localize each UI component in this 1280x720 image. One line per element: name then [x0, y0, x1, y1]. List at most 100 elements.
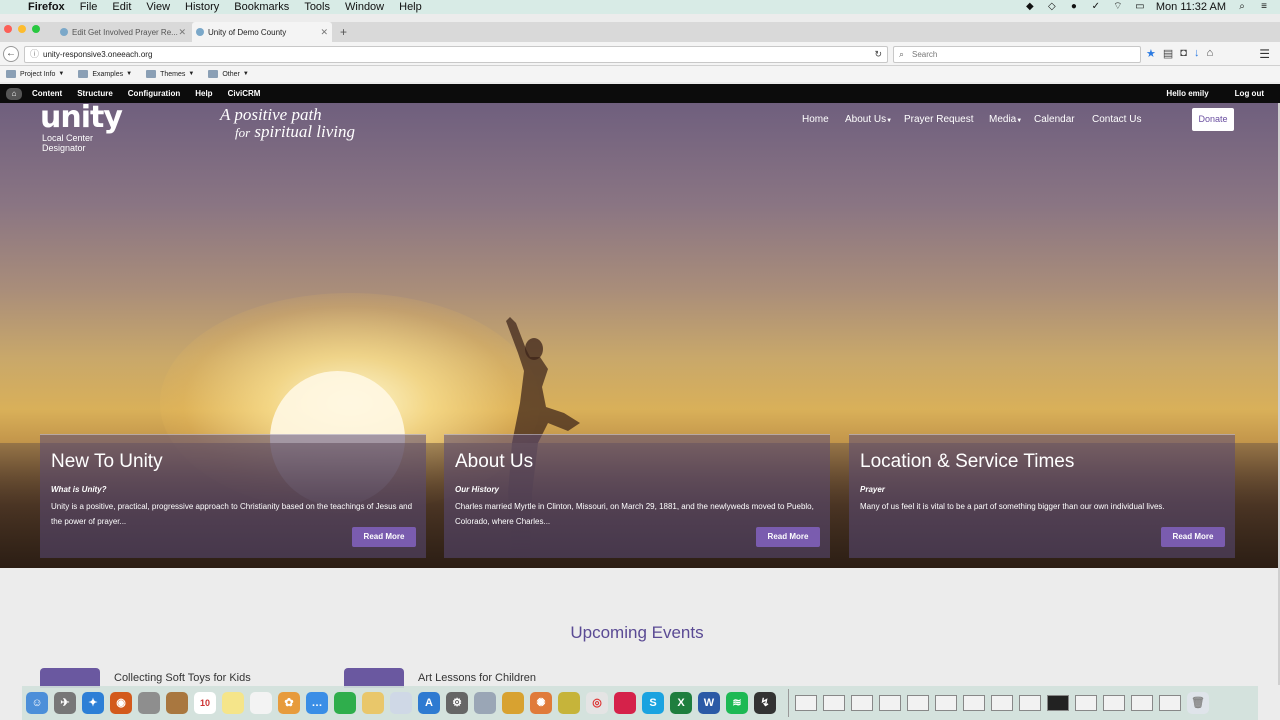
reminders-icon[interactable]	[250, 692, 272, 714]
minimized-window[interactable]	[795, 695, 817, 711]
menu-edit[interactable]: Edit	[112, 1, 131, 13]
tab-edit-prayer-request[interactable]: Edit Get Involved Prayer Re... ✕	[56, 22, 190, 42]
pinwheel-app-icon[interactable]: ✺	[530, 692, 552, 714]
launchpad-icon[interactable]: ✈	[54, 692, 76, 714]
minimized-window[interactable]	[823, 695, 845, 711]
minimized-window[interactable]	[963, 695, 985, 711]
open-menu-hamburger-icon[interactable]: ☰	[1259, 47, 1270, 61]
site-info-icon[interactable]: ⓘ	[30, 47, 39, 62]
activity-monitor-icon[interactable]	[474, 692, 496, 714]
trash-icon[interactable]: 🗑	[1187, 692, 1209, 714]
nav-media[interactable]: Media▼	[989, 114, 1022, 125]
admin-logout-link[interactable]: Log out	[1235, 89, 1264, 98]
donate-button[interactable]: Donate	[1192, 108, 1234, 131]
preview-icon[interactable]	[362, 692, 384, 714]
back-arrow-icon[interactable]: ←	[3, 46, 19, 62]
stickies-icon[interactable]	[222, 692, 244, 714]
minimized-window[interactable]	[1103, 695, 1125, 711]
menubar-clock[interactable]: Mon 11:32 AM	[1156, 1, 1226, 13]
wifi-icon[interactable]: ⌔	[1112, 2, 1124, 12]
dropbox-icon[interactable]: ◇	[1046, 2, 1058, 12]
excel-icon[interactable]: X	[670, 692, 692, 714]
minimized-window[interactable]	[935, 695, 957, 711]
safari-icon[interactable]: ✦	[82, 692, 104, 714]
search-input[interactable]: ⌕ Search	[893, 46, 1141, 63]
menu-help[interactable]: Help	[399, 1, 422, 13]
zoom-window-button[interactable]	[32, 25, 40, 33]
admin-civicrm-link[interactable]: CiviCRM	[228, 89, 261, 98]
bookmark-star-icon[interactable]: ★	[1146, 47, 1156, 60]
menu-file[interactable]: File	[80, 1, 98, 13]
calendar-icon[interactable]: 10	[194, 692, 216, 714]
nav-about-us[interactable]: About Us▼	[845, 114, 892, 125]
read-more-button[interactable]: Read More	[352, 527, 416, 547]
minimized-window[interactable]	[1047, 695, 1069, 711]
tab-close-icon[interactable]: ✕	[178, 27, 186, 38]
nav-contact-us[interactable]: Contact Us	[1092, 114, 1141, 125]
vpn-check-icon[interactable]: ✓	[1090, 2, 1102, 12]
pocket-icon[interactable]: ◘	[1180, 47, 1187, 60]
facetime-icon[interactable]	[334, 692, 356, 714]
minimize-window-button[interactable]	[18, 25, 26, 33]
spotify-icon[interactable]: ≋	[726, 692, 748, 714]
minimized-window[interactable]	[1019, 695, 1041, 711]
keynote-icon[interactable]	[390, 692, 412, 714]
lips-app-icon[interactable]	[614, 692, 636, 714]
nav-calendar[interactable]: Calendar	[1034, 114, 1075, 125]
home-icon[interactable]: ⌂	[1206, 47, 1213, 60]
menu-view[interactable]: View	[146, 1, 170, 13]
new-tab-plus-icon[interactable]: +	[340, 25, 347, 39]
menu-window[interactable]: Window	[345, 1, 384, 13]
menu-bookmarks[interactable]: Bookmarks	[234, 1, 289, 13]
app-store-icon[interactable]: A	[418, 692, 440, 714]
notification-center-icon[interactable]: ≡	[1258, 2, 1270, 12]
bookmark-folder-other[interactable]: Other ▼	[208, 70, 249, 78]
admin-help-link[interactable]: Help	[195, 89, 212, 98]
download-arrow-icon[interactable]: ↓	[1194, 47, 1200, 60]
admin-structure-link[interactable]: Structure	[77, 89, 113, 98]
messages-icon[interactable]: …	[306, 692, 328, 714]
arrow-app-icon[interactable]: ↯	[754, 692, 776, 714]
menu-history[interactable]: History	[185, 1, 219, 13]
malwarebytes-icon[interactable]: ◆	[1024, 2, 1036, 12]
admin-user-greeting-link[interactable]: Hello emily	[1166, 89, 1208, 98]
close-window-button[interactable]	[4, 25, 12, 33]
minimized-window[interactable]	[907, 695, 929, 711]
word-icon[interactable]: W	[698, 692, 720, 714]
menu-tools[interactable]: Tools	[304, 1, 330, 13]
admin-home-icon[interactable]: ⌂	[6, 87, 22, 100]
firefox-icon[interactable]: ◉	[110, 692, 132, 714]
minimized-window[interactable]	[991, 695, 1013, 711]
system-preferences-icon[interactable]: ⚙	[446, 692, 468, 714]
reload-icon[interactable]: ↻	[874, 47, 882, 62]
notes-icon[interactable]	[138, 692, 160, 714]
chrome-icon[interactable]: ◎	[586, 692, 608, 714]
minimized-window[interactable]	[879, 695, 901, 711]
menu-firefox[interactable]: Firefox	[28, 1, 65, 13]
read-more-button[interactable]: Read More	[756, 527, 820, 547]
evernote-icon[interactable]: ●	[1068, 2, 1080, 12]
bookmark-folder-themes[interactable]: Themes ▼	[146, 70, 194, 78]
reading-list-icon[interactable]: ▤	[1163, 47, 1173, 60]
minimized-window[interactable]	[851, 695, 873, 711]
sketch-app-icon[interactable]	[558, 692, 580, 714]
url-bar[interactable]: ⓘ unity-responsive3.oneeach.org ↻	[24, 46, 888, 63]
spotlight-icon[interactable]: ⌕	[1236, 2, 1248, 12]
bookmark-folder-examples[interactable]: Examples ▼	[78, 70, 132, 78]
tab-close-icon[interactable]: ✕	[320, 27, 328, 38]
nav-home[interactable]: Home	[802, 114, 829, 125]
event-title[interactable]: Collecting Soft Toys for Kids	[114, 672, 251, 684]
event-title[interactable]: Art Lessons for Children	[418, 672, 536, 684]
admin-configuration-link[interactable]: Configuration	[128, 89, 180, 98]
folder-app-icon[interactable]	[502, 692, 524, 714]
nav-prayer-request[interactable]: Prayer Request	[904, 114, 973, 125]
admin-content-link[interactable]: Content	[32, 89, 62, 98]
skype-icon[interactable]: S	[642, 692, 664, 714]
contacts-icon[interactable]	[166, 692, 188, 714]
minimized-window[interactable]	[1131, 695, 1153, 711]
photos-icon[interactable]: ✿	[278, 692, 300, 714]
tab-unity-demo-county[interactable]: Unity of Demo County ✕	[192, 22, 332, 42]
minimized-window[interactable]	[1075, 695, 1097, 711]
bookmark-folder-project-info[interactable]: Project Info ▼	[6, 70, 64, 78]
minimized-window[interactable]	[1159, 695, 1181, 711]
